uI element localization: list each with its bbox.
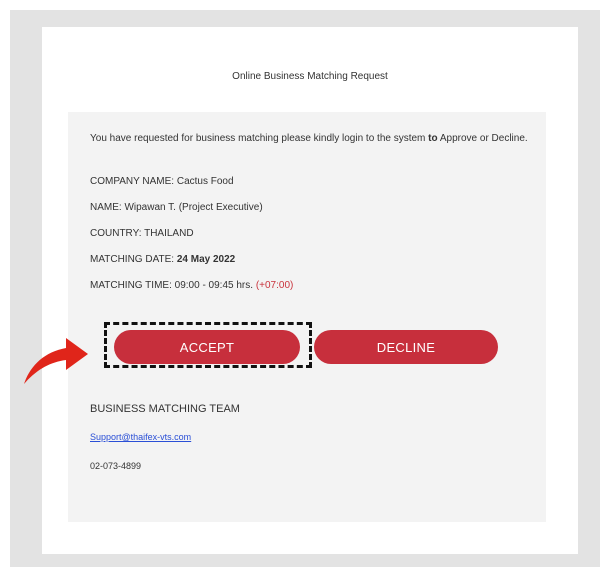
phone-number: 02-073-4899: [90, 461, 142, 471]
matching-time: MATCHING TIME: 09:00 - 09:45 hrs. (+07:0…: [90, 280, 294, 291]
email-body: You have requested for business matching…: [68, 112, 546, 522]
business-matching-team: BUSINESS MATCHING TEAM: [90, 403, 240, 415]
matching-time-value: 09:00 - 09:45 hrs.: [174, 280, 254, 291]
email-header: Online Business Matching Request: [232, 71, 388, 82]
support-email-link[interactable]: Support@thaifex-vts.com: [90, 432, 191, 442]
matching-date: MATCHING DATE: 24 May 2022: [90, 254, 236, 265]
matching-date-value: 24 May 2022: [176, 254, 236, 265]
contact-name: NAME: Wipawan T. (Project Executive): [90, 202, 263, 213]
intro-text: You have requested for business matching…: [90, 133, 528, 144]
country: COUNTRY: THAILAND: [90, 228, 194, 239]
curved-red-arrow-icon: [24, 338, 88, 384]
timezone-label: (+07:00): [255, 280, 294, 291]
accept-highlight-box: [104, 322, 312, 368]
company-name: COMPANY NAME: Cactus Food: [90, 176, 234, 187]
decline-button[interactable]: DECLINE: [314, 330, 498, 364]
